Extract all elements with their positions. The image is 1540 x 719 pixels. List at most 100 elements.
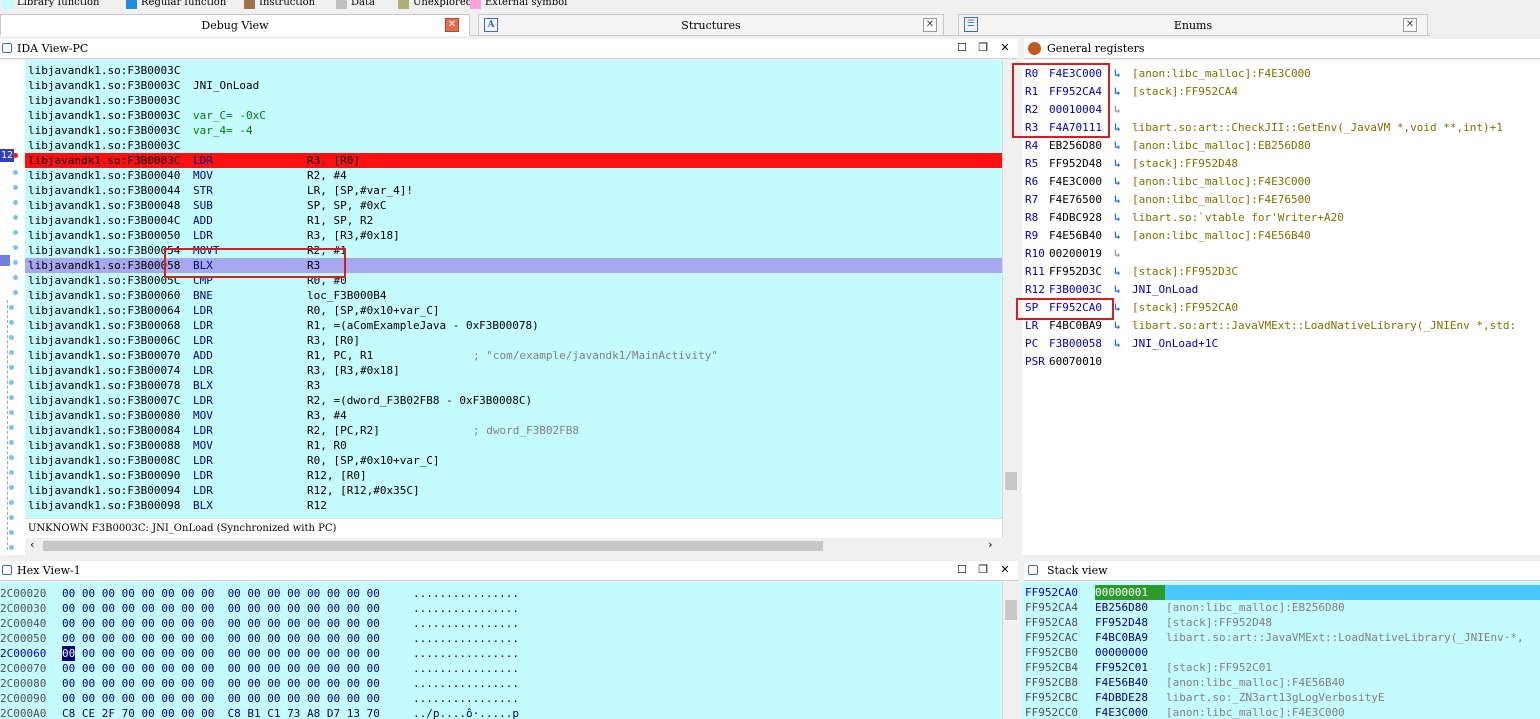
hex-bytes[interactable]: 00 00 00 00 00 00 00 00 00 00 00 00 00 0… [62,616,380,631]
jump-arrow-icon[interactable]: ↳ [1114,137,1121,155]
disasm-line[interactable]: libjavandk1.so:F3B00090 LDR R12, [R0] [25,468,1002,483]
maximize-icon[interactable]: ☐ [955,41,969,55]
hex-cursor[interactable]: 00 [62,646,76,661]
disasm-line[interactable]: libjavandk1.so:F3B00080 MOV R3, #4 [25,408,1002,423]
disasm-line[interactable]: libjavandk1.so:F3B00084 LDR R2, [PC,R2] ; d… [25,423,1002,438]
hex-bytes[interactable]: 00 00 00 00 00 00 00 00 00 00 00 00 00 0… [62,661,380,676]
disasm-line[interactable]: libjavandk1.so:F3B00094 LDR R12, [R12,#0x3… [25,483,1002,498]
disasm-line[interactable]: libjavandk1.so:F3B00044 STR LR, [SP,#var_4… [25,183,1002,198]
tab-enums[interactable]: ☰ Enums ✕ [958,14,1428,36]
disasm-line[interactable]: libjavandk1.so:F3B00070 ADD R1, PC, R1 ; "c… [25,348,1002,363]
stack-value[interactable]: 00000001 [1095,585,1165,600]
jump-arrow-icon[interactable]: ↳ [1114,101,1121,119]
disasm-line[interactable]: libjavandk1.so:F3B00048 SUB SP, SP, #0xC [25,198,1002,213]
hex-ascii: ................ [413,602,519,615]
breakpoint-marker[interactable] [13,153,18,158]
disasm-line[interactable]: libjavandk1.so:F3B0003C LDR R3, [R0] [25,153,1002,168]
hex-bytes[interactable]: 00 00 00 00 00 00 00 00 00 00 00 00 00 0… [62,586,380,601]
scroll-thumb[interactable] [1005,472,1017,490]
stack-value[interactable]: FF952C01 [1095,660,1148,675]
disasm-line[interactable]: libjavandk1.so:F3B0003C [25,63,1002,78]
horizontal-scrollbar[interactable]: ‹ › [25,538,1000,554]
register-value[interactable]: 00200019 [1049,245,1102,263]
disasm-line[interactable]: libjavandk1.so:F3B0003C var_C= -0xC [25,108,1002,123]
disasm-line[interactable]: libjavandk1.so:F3B0007C LDR R2, =(dword_F3… [25,393,1002,408]
disasm-line[interactable]: libjavandk1.so:F3B00074 LDR R3, [R3,#0x18] [25,363,1002,378]
hex-scrollbar[interactable] [1002,582,1018,719]
disasm-line[interactable]: libjavandk1.so:F3B0003C var_4= -4 [25,123,1002,138]
flow-dot [9,425,14,430]
stack-value[interactable]: F4E56B40 [1095,675,1148,690]
jump-arrow-icon[interactable]: ↳ [1114,263,1121,281]
disasm-line[interactable]: libjavandk1.so:F3B00098 BLX R12 [25,498,1002,513]
jump-arrow-icon[interactable]: ↳ [1114,191,1121,209]
stack-value[interactable]: FF952D48 [1095,615,1148,630]
disasm-line[interactable]: libjavandk1.so:F3B00078 BLX R3 [25,378,1002,393]
disasm-line[interactable]: libjavandk1.so:F3B00060 BNE loc_F3B000B4 [25,288,1002,303]
register-value[interactable]: F4E56B40 [1049,227,1102,245]
jump-arrow-icon[interactable]: ↳ [1114,209,1121,227]
close-icon[interactable]: ✕ [445,18,459,32]
register-value[interactable]: EB256D80 [1049,137,1102,155]
disasm-line[interactable]: libjavandk1.so:F3B0003C [25,93,1002,108]
close-icon[interactable]: ✕ [998,41,1012,55]
register-value[interactable]: F3B00058 [1049,335,1102,353]
scroll-thumb[interactable] [1005,600,1017,620]
scroll-right-icon[interactable]: › [987,538,994,551]
disasm-line[interactable]: libjavandk1.so:F3B00068 LDR R1, =(aComExam… [25,318,1002,333]
jump-arrow-icon[interactable]: ↳ [1114,173,1121,191]
maximize-icon[interactable]: ☐ [955,563,969,577]
close-icon[interactable]: ✕ [998,563,1012,577]
tab-structures[interactable]: A Structures ✕ [478,14,944,36]
hex-bytes[interactable]: 00 00 00 00 00 00 00 00 00 00 00 00 00 0… [62,691,380,706]
disassembly-listing[interactable]: libjavandk1.so:F3B0003C libjavandk1.so:F3… [25,60,1002,518]
disasm-line[interactable]: libjavandk1.so:F3B0003C [25,138,1002,153]
jump-arrow-icon[interactable]: ↳ [1114,335,1121,353]
jump-arrow-icon[interactable]: ↳ [1114,227,1121,245]
jump-arrow-icon[interactable]: ↳ [1114,317,1121,335]
disasm-line[interactable]: libjavandk1.so:F3B0006C LDR R3, [R0] [25,333,1002,348]
stack-value[interactable]: 00000000 [1095,645,1148,660]
stack-value[interactable]: F4DBDE28 [1095,690,1148,705]
hex-bytes[interactable]: 00 00 00 00 00 00 00 00 00 00 00 00 00 0… [62,646,380,661]
hex-bytes[interactable]: 00 00 00 00 00 00 00 00 00 00 00 00 00 0… [62,676,380,691]
stack-value[interactable]: EB256D80 [1095,600,1148,615]
close-icon[interactable]: ✕ [923,18,937,32]
hex-bytes[interactable]: C8 CE 2F 70 00 00 00 00 C8 B1 C1 73 A8 D… [62,706,380,719]
disasm-line[interactable]: libjavandk1.so:F3B0008C LDR R0, [SP,#0x10+… [25,453,1002,468]
jump-arrow-icon[interactable]: ↳ [1114,281,1121,299]
register-value[interactable]: 60070010 [1049,353,1102,371]
stack-value[interactable]: F4E3C000 [1095,705,1148,719]
hex-bytes[interactable]: 00 00 00 00 00 00 00 00 00 00 00 00 00 0… [62,601,380,616]
line-mnemonic: LDR [193,334,213,347]
register-value[interactable]: FF952D48 [1049,155,1102,173]
disasm-line[interactable]: libjavandk1.so:F3B00040 MOV R2, #4 [25,168,1002,183]
close-icon[interactable]: ✕ [1403,18,1417,32]
register-value[interactable]: F4DBC928 [1049,209,1102,227]
restore-icon[interactable]: ❐ [976,41,990,55]
hex-dump[interactable]: 2C00020 00 00 00 00 00 00 00 00 00 00 00 … [0,582,1002,719]
stack-listing[interactable]: FF952CA0 00000001 FF952CA4 EB256D80 [anon:li… [1022,582,1540,719]
disasm-line[interactable]: libjavandk1.so:F3B00050 LDR R3, [R3,#0x18] [25,228,1002,243]
jump-arrow-icon[interactable]: ↳ [1114,83,1121,101]
jump-arrow-icon[interactable]: ↳ [1114,119,1121,137]
jump-arrow-icon[interactable]: ↳ [1114,245,1121,263]
jump-arrow-icon[interactable]: ↳ [1114,65,1121,83]
register-value[interactable]: F4E3C000 [1049,173,1102,191]
scroll-thumb[interactable] [43,541,823,551]
disasm-line[interactable]: libjavandk1.so:F3B00088 MOV R1, R0 [25,438,1002,453]
line-operands: R3, [R3,#0x18] [307,364,400,377]
jump-arrow-icon[interactable]: ↳ [1114,155,1121,173]
disasm-line[interactable]: libjavandk1.so:F3B00064 LDR R0, [SP,#0x10+… [25,303,1002,318]
register-value[interactable]: F4E76500 [1049,191,1102,209]
restore-icon[interactable]: ❐ [976,563,990,577]
scroll-left-icon[interactable]: ‹ [29,538,36,551]
disasm-line[interactable]: libjavandk1.so:F3B0004C ADD R1, SP, R2 [25,213,1002,228]
register-value[interactable]: FF952D3C [1049,263,1102,281]
tab-debug-view[interactable]: Debug View ✕ [0,14,470,36]
register-value[interactable]: F3B0003C [1049,281,1102,299]
hex-bytes[interactable]: 00 00 00 00 00 00 00 00 00 00 00 00 00 0… [62,631,380,646]
stack-value[interactable]: F4BC0BA9 [1095,630,1148,645]
jump-arrow-icon[interactable]: ↳ [1114,299,1121,317]
disasm-line[interactable]: libjavandk1.so:F3B0003C JNI_OnLoad [25,78,1002,93]
